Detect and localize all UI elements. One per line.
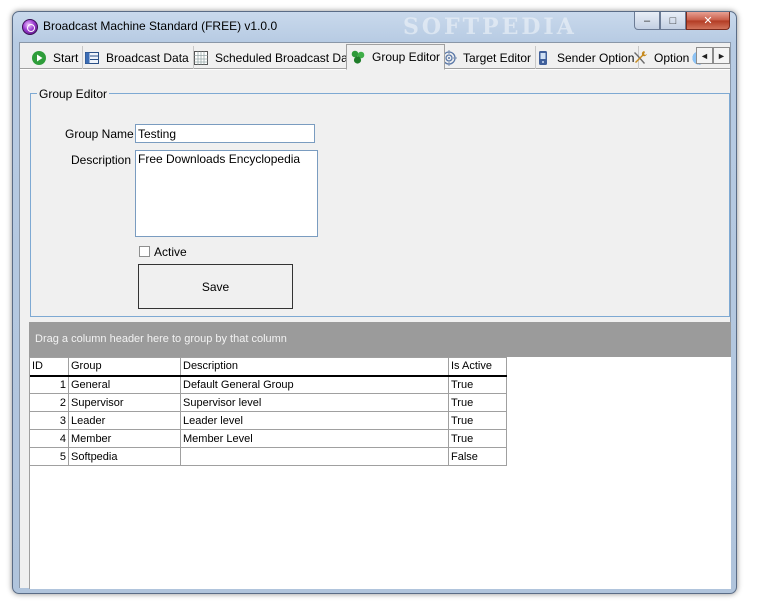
tab-label: Start (53, 50, 79, 65)
cell-is-active[interactable]: True (448, 375, 507, 394)
minimize-icon: ‒ (643, 14, 651, 27)
tools-icon (632, 50, 648, 66)
cell-description[interactable]: Supervisor level (180, 393, 449, 412)
tab-start[interactable]: Start (28, 46, 84, 69)
arrow-right-icon: ► (717, 50, 726, 61)
window-title: Broadcast Machine Standard (FREE) v1.0.0 (43, 19, 278, 33)
close-icon: ✕ (703, 15, 713, 27)
grid-left-border (29, 357, 30, 589)
table-row[interactable]: 2 Supervisor Supervisor level True (29, 393, 507, 412)
maximize-icon: □ (669, 14, 677, 27)
tab-scroll-buttons: ◄ ► (696, 47, 730, 64)
cell-id[interactable]: 1 (29, 375, 69, 394)
tab-option[interactable]: Option (629, 46, 693, 69)
save-button-label: Save (201, 279, 230, 294)
cell-description[interactable]: Default General Group (180, 375, 449, 394)
tab-label: Group Editor (372, 50, 441, 64)
cell-id[interactable]: 5 (29, 447, 69, 466)
tab-strip: Start Broadcast Data Scheduled Broadcast… (20, 43, 730, 70)
cell-group[interactable]: General (68, 375, 181, 394)
tab-sender-option[interactable]: Sender Option (532, 46, 640, 69)
groups-table: ID Group Description Is Active 1 General… (29, 357, 507, 466)
table-row[interactable]: 3 Leader Leader level True (29, 411, 507, 430)
cell-is-active[interactable]: True (448, 393, 507, 412)
arrow-left-icon: ◄ (700, 50, 709, 61)
cell-id[interactable]: 2 (29, 393, 69, 412)
data-grid: Drag a column header here to group by th… (29, 322, 731, 589)
caption-buttons: ‒ □ ✕ (634, 12, 730, 32)
cell-is-active[interactable]: False (448, 447, 507, 466)
cell-description[interactable]: Member Level (180, 429, 449, 448)
cell-group[interactable]: Softpedia (68, 447, 181, 466)
cell-group[interactable]: Leader (68, 411, 181, 430)
tab-label: Option (654, 50, 690, 65)
column-header-id[interactable]: ID (29, 357, 69, 377)
cell-is-active[interactable]: True (448, 411, 507, 430)
calendar-icon (193, 50, 209, 66)
active-label: Active (154, 245, 187, 259)
data-icon (84, 50, 100, 66)
cell-description[interactable]: Leader level (180, 411, 449, 430)
group-name-label: Group Name : (65, 127, 141, 141)
watermark: SOFTPEDIA (403, 14, 577, 40)
cell-id[interactable]: 3 (29, 411, 69, 430)
tab-scroll-left-button[interactable]: ◄ (696, 47, 713, 64)
group-icon (350, 49, 366, 65)
column-header-is-active[interactable]: Is Active (448, 357, 507, 377)
app-window: Broadcast Machine Standard (FREE) v1.0.0… (12, 11, 737, 594)
group-by-hint: Drag a column header here to group by th… (35, 333, 287, 345)
tab-label: Scheduled Broadcast Data (215, 50, 358, 65)
description-label: Description : (71, 153, 138, 167)
tab-label: Broadcast Data (106, 50, 189, 65)
tab-target-editor[interactable]: Target Editor (438, 46, 537, 69)
app-logo-icon (22, 19, 38, 35)
cell-is-active[interactable]: True (448, 429, 507, 448)
tab-scroll-right-button[interactable]: ► (713, 47, 730, 64)
minimize-button[interactable]: ‒ (634, 12, 660, 30)
table-row[interactable]: 1 General Default General Group True (29, 375, 507, 394)
tab-broadcast-data[interactable]: Broadcast Data (81, 46, 194, 69)
tab-label: Sender Option (557, 50, 635, 65)
column-header-group[interactable]: Group (68, 357, 181, 377)
group-name-input[interactable] (135, 124, 315, 143)
title-bar[interactable]: Broadcast Machine Standard (FREE) v1.0.0… (13, 12, 736, 42)
tab-group-editor[interactable]: Group Editor (346, 44, 446, 70)
phone-icon (535, 50, 551, 66)
group-editor-panel: Group Editor Group Name : Description : … (20, 70, 731, 589)
close-button[interactable]: ✕ (686, 12, 730, 30)
cell-description[interactable] (180, 447, 449, 466)
tab-label: Target Editor (463, 50, 532, 65)
cell-group[interactable]: Supervisor (68, 393, 181, 412)
group-by-panel[interactable]: Drag a column header here to group by th… (29, 322, 731, 357)
tab-scheduled-broadcast-data[interactable]: Scheduled Broadcast Data (190, 46, 363, 69)
maximize-button[interactable]: □ (660, 12, 686, 30)
table-header-row: ID Group Description Is Active (29, 357, 507, 377)
client-area: Start Broadcast Data Scheduled Broadcast… (19, 42, 731, 589)
description-textarea[interactable]: Free Downloads Encyclopedia (135, 150, 318, 237)
active-checkbox[interactable] (139, 246, 150, 257)
cell-group[interactable]: Member (68, 429, 181, 448)
column-header-description[interactable]: Description (180, 357, 449, 377)
table-row[interactable]: 4 Member Member Level True (29, 429, 507, 448)
table-row[interactable]: 5 Softpedia False (29, 447, 507, 466)
play-icon (31, 50, 47, 66)
save-button[interactable]: Save (138, 264, 293, 309)
cell-id[interactable]: 4 (29, 429, 69, 448)
groupbox-title: Group Editor (37, 87, 110, 101)
